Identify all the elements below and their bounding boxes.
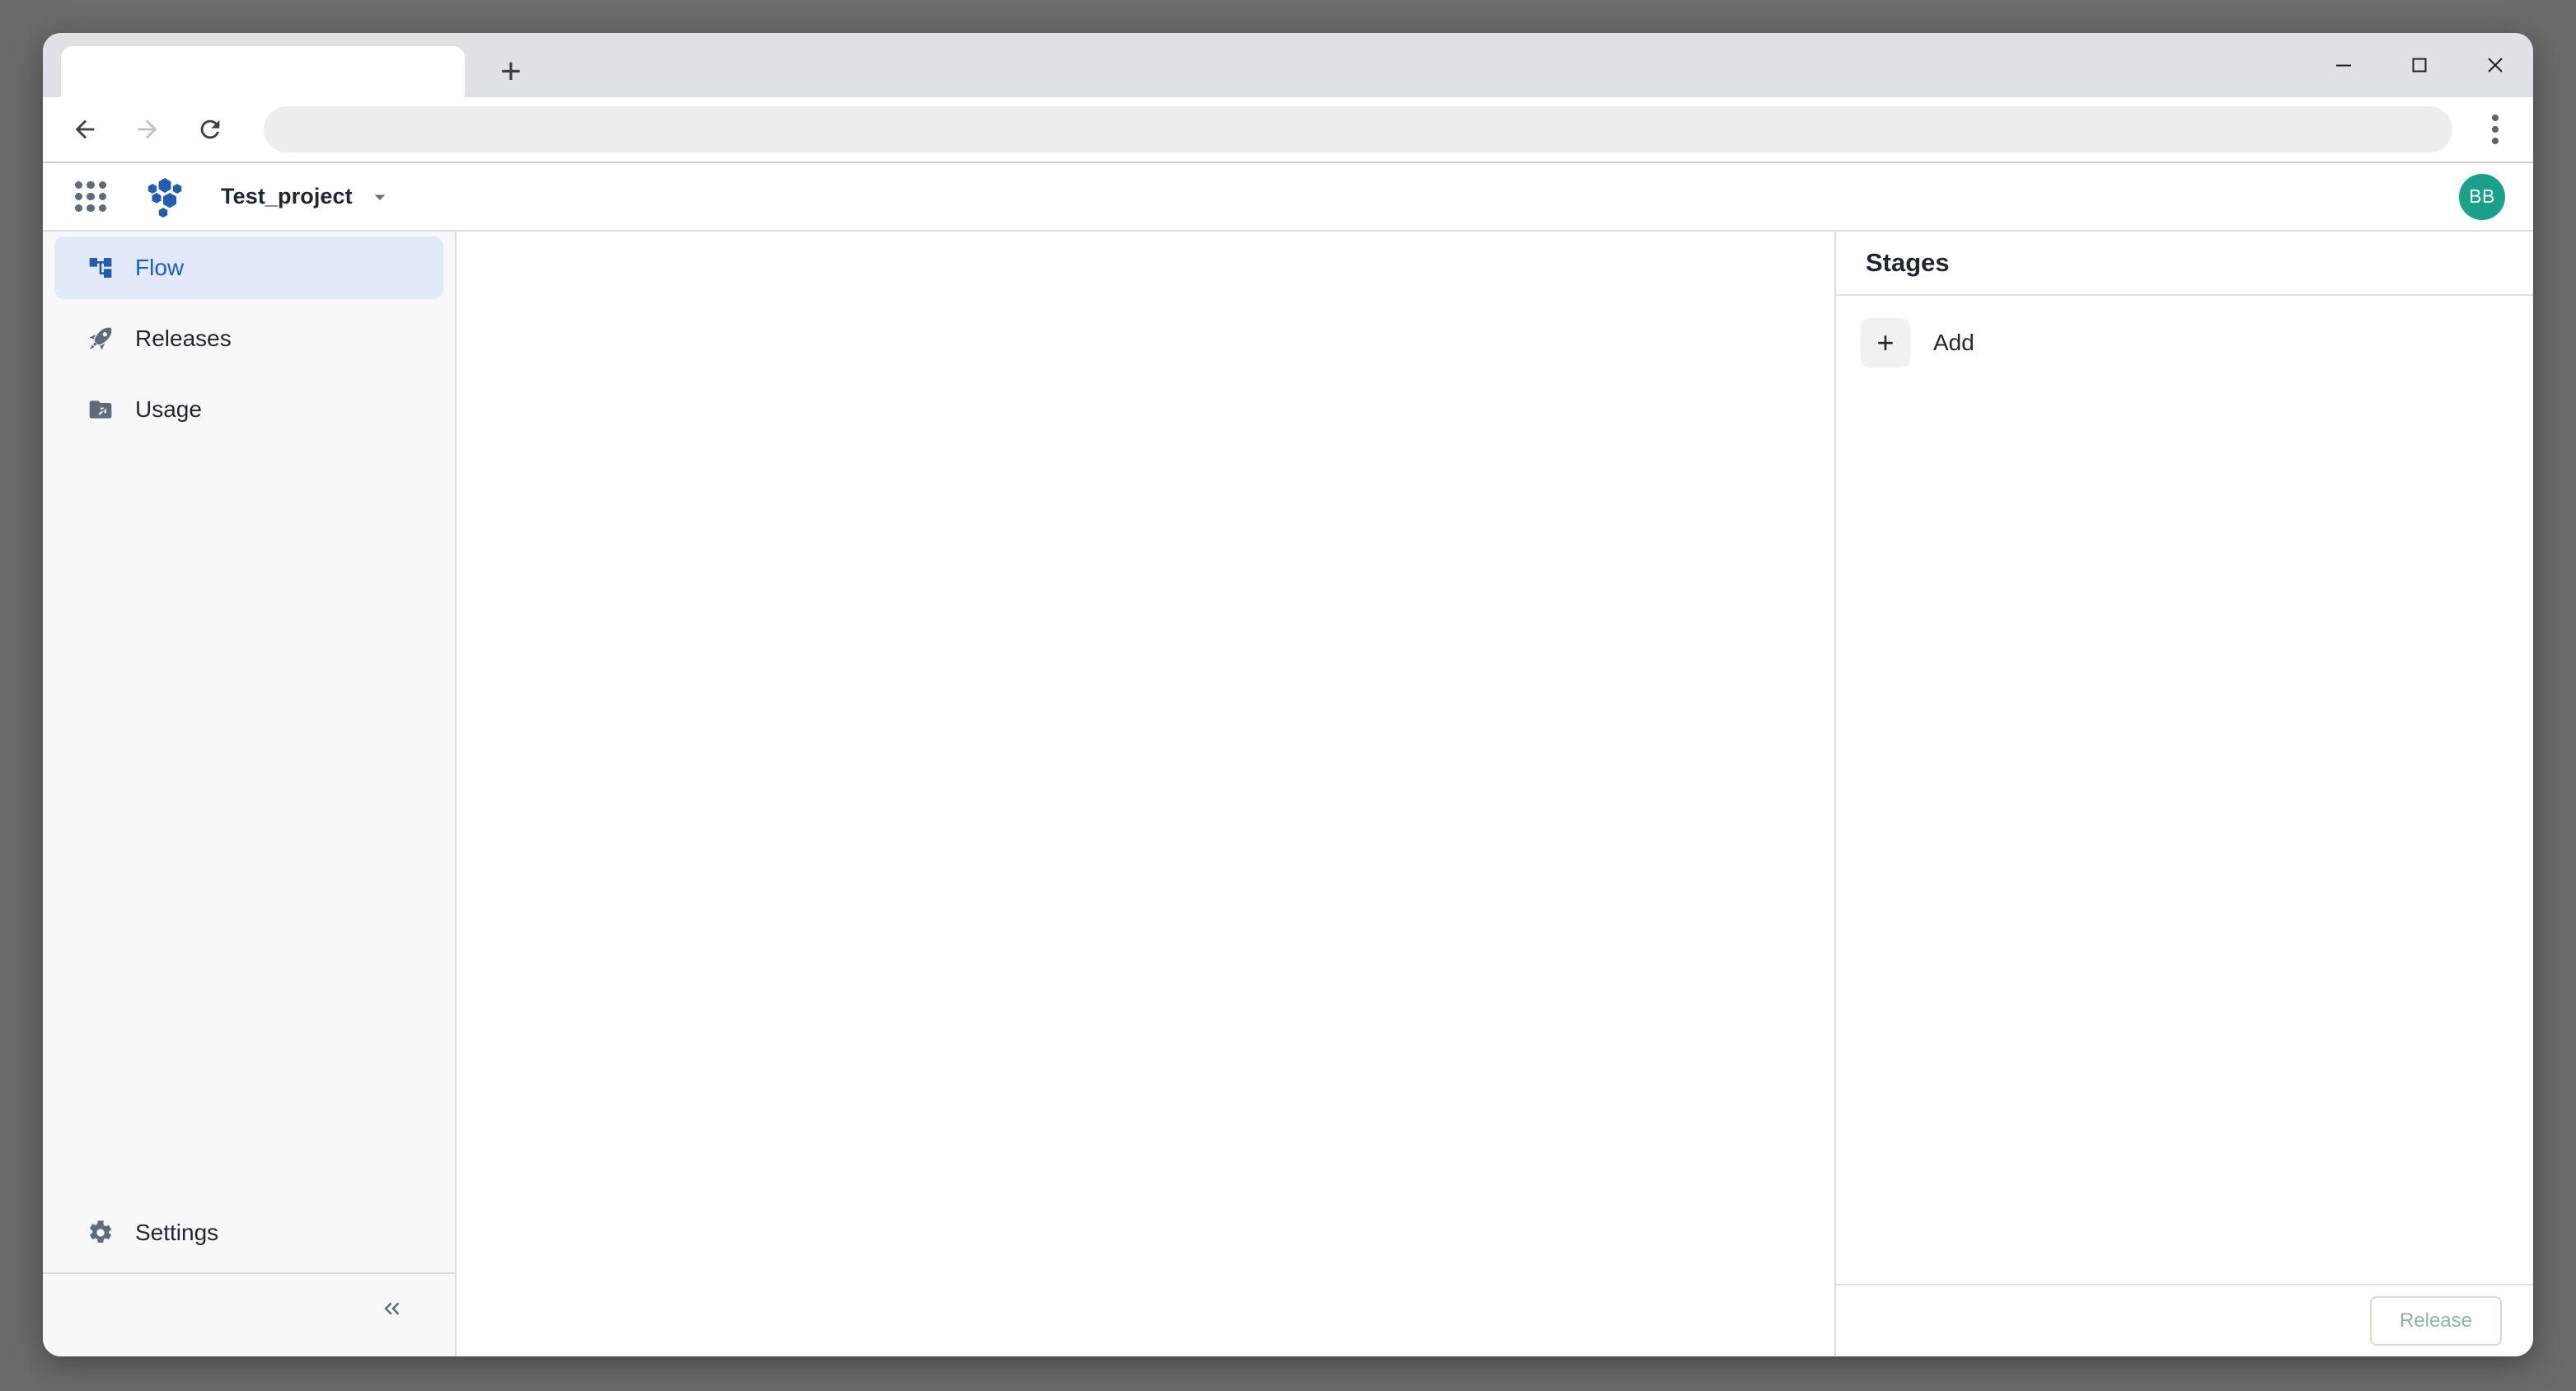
- apps-grid-icon[interactable]: [68, 174, 114, 220]
- plus-icon[interactable]: +: [1861, 318, 1910, 368]
- kebab-dot-icon: [2492, 115, 2499, 121]
- close-button[interactable]: [2457, 33, 2533, 97]
- hexagon-cluster-logo[interactable]: [142, 174, 188, 220]
- grid-dot: [98, 204, 106, 213]
- grid-dot: [75, 192, 83, 201]
- app-header: Test_project BB: [43, 163, 2533, 232]
- kebab-dot-icon: [2492, 138, 2499, 144]
- sidebar-item-settings[interactable]: Settings: [54, 1201, 443, 1264]
- sidebar: Flow Releases Usage Settings: [43, 232, 457, 1356]
- kebab-dot-icon: [2492, 126, 2499, 133]
- sidebar-item-flow[interactable]: Flow: [54, 237, 443, 299]
- reload-button[interactable]: [183, 102, 237, 157]
- page-title: Stages: [1866, 248, 1950, 277]
- release-button[interactable]: Release: [2369, 1296, 2502, 1346]
- folder-export-icon: [87, 396, 124, 423]
- rocket-icon: [87, 326, 124, 352]
- add-stage-row[interactable]: + Add: [1836, 314, 2533, 372]
- avatar[interactable]: BB: [2459, 173, 2505, 220]
- stages-panel-footer: Release: [1836, 1284, 2533, 1356]
- sidebar-item-releases[interactable]: Releases: [54, 307, 443, 370]
- maximize-icon: [2412, 58, 2427, 73]
- sidebar-item-label: Settings: [135, 1220, 219, 1245]
- tab-strip: +: [43, 33, 2533, 97]
- grid-dot: [87, 180, 95, 189]
- grid-dot: [75, 204, 83, 213]
- stages-panel: Stages + Add Release: [1834, 232, 2533, 1356]
- minimize-icon: [2336, 64, 2351, 67]
- account-tree-icon: [87, 255, 124, 281]
- app-body: Flow Releases Usage Settings Stages + Ad…: [43, 232, 2533, 1356]
- sidebar-nav: Flow Releases Usage: [43, 232, 455, 1201]
- back-button[interactable]: [58, 102, 112, 157]
- window-controls: [2306, 33, 2533, 97]
- new-tab-button[interactable]: +: [488, 51, 534, 92]
- sidebar-item-usage[interactable]: Usage: [54, 378, 443, 441]
- project-name[interactable]: Test_project: [221, 184, 353, 209]
- forward-button[interactable]: [120, 102, 175, 157]
- browser-tab[interactable]: [61, 46, 465, 97]
- chevron-double-left-icon: [384, 1302, 400, 1315]
- arrow-forward-icon: [138, 119, 157, 139]
- add-stage-label: Add: [1933, 330, 1974, 355]
- grid-dot: [87, 192, 95, 201]
- browser-toolbar: [43, 97, 2533, 163]
- stages-list: + Add: [1836, 296, 2533, 1284]
- browser-window: + Test_project BB Flow Releases Usage Se…: [43, 33, 2533, 1356]
- flow-canvas[interactable]: [457, 232, 1834, 1356]
- browser-menu-button[interactable]: [2467, 101, 2523, 157]
- gear-icon: [87, 1220, 124, 1246]
- arrow-back-icon: [75, 119, 95, 139]
- close-icon: [2488, 58, 2503, 73]
- minimize-button[interactable]: [2306, 33, 2382, 97]
- collapse-sidebar-button[interactable]: [369, 1286, 415, 1332]
- sidebar-item-label: Releases: [135, 326, 232, 351]
- address-bar[interactable]: [264, 106, 2452, 152]
- grid-dot: [98, 192, 106, 201]
- grid-dot: [98, 180, 106, 189]
- page-viewport: Test_project BB Flow Releases Usage Sett…: [43, 163, 2533, 1356]
- hexagon-cluster-icon: [148, 177, 182, 218]
- grid-dot: [75, 180, 83, 189]
- chevron-down-icon[interactable]: [368, 185, 392, 209]
- sidebar-item-label: Usage: [135, 396, 202, 422]
- maximize-button[interactable]: [2382, 33, 2457, 97]
- sidebar-collapse-bar: [43, 1272, 455, 1343]
- stages-panel-header: Stages: [1836, 232, 2533, 296]
- sidebar-bottom: Settings: [43, 1201, 455, 1356]
- reload-icon: [200, 119, 220, 139]
- grid-dot: [87, 204, 95, 213]
- sidebar-item-label: Flow: [135, 255, 185, 280]
